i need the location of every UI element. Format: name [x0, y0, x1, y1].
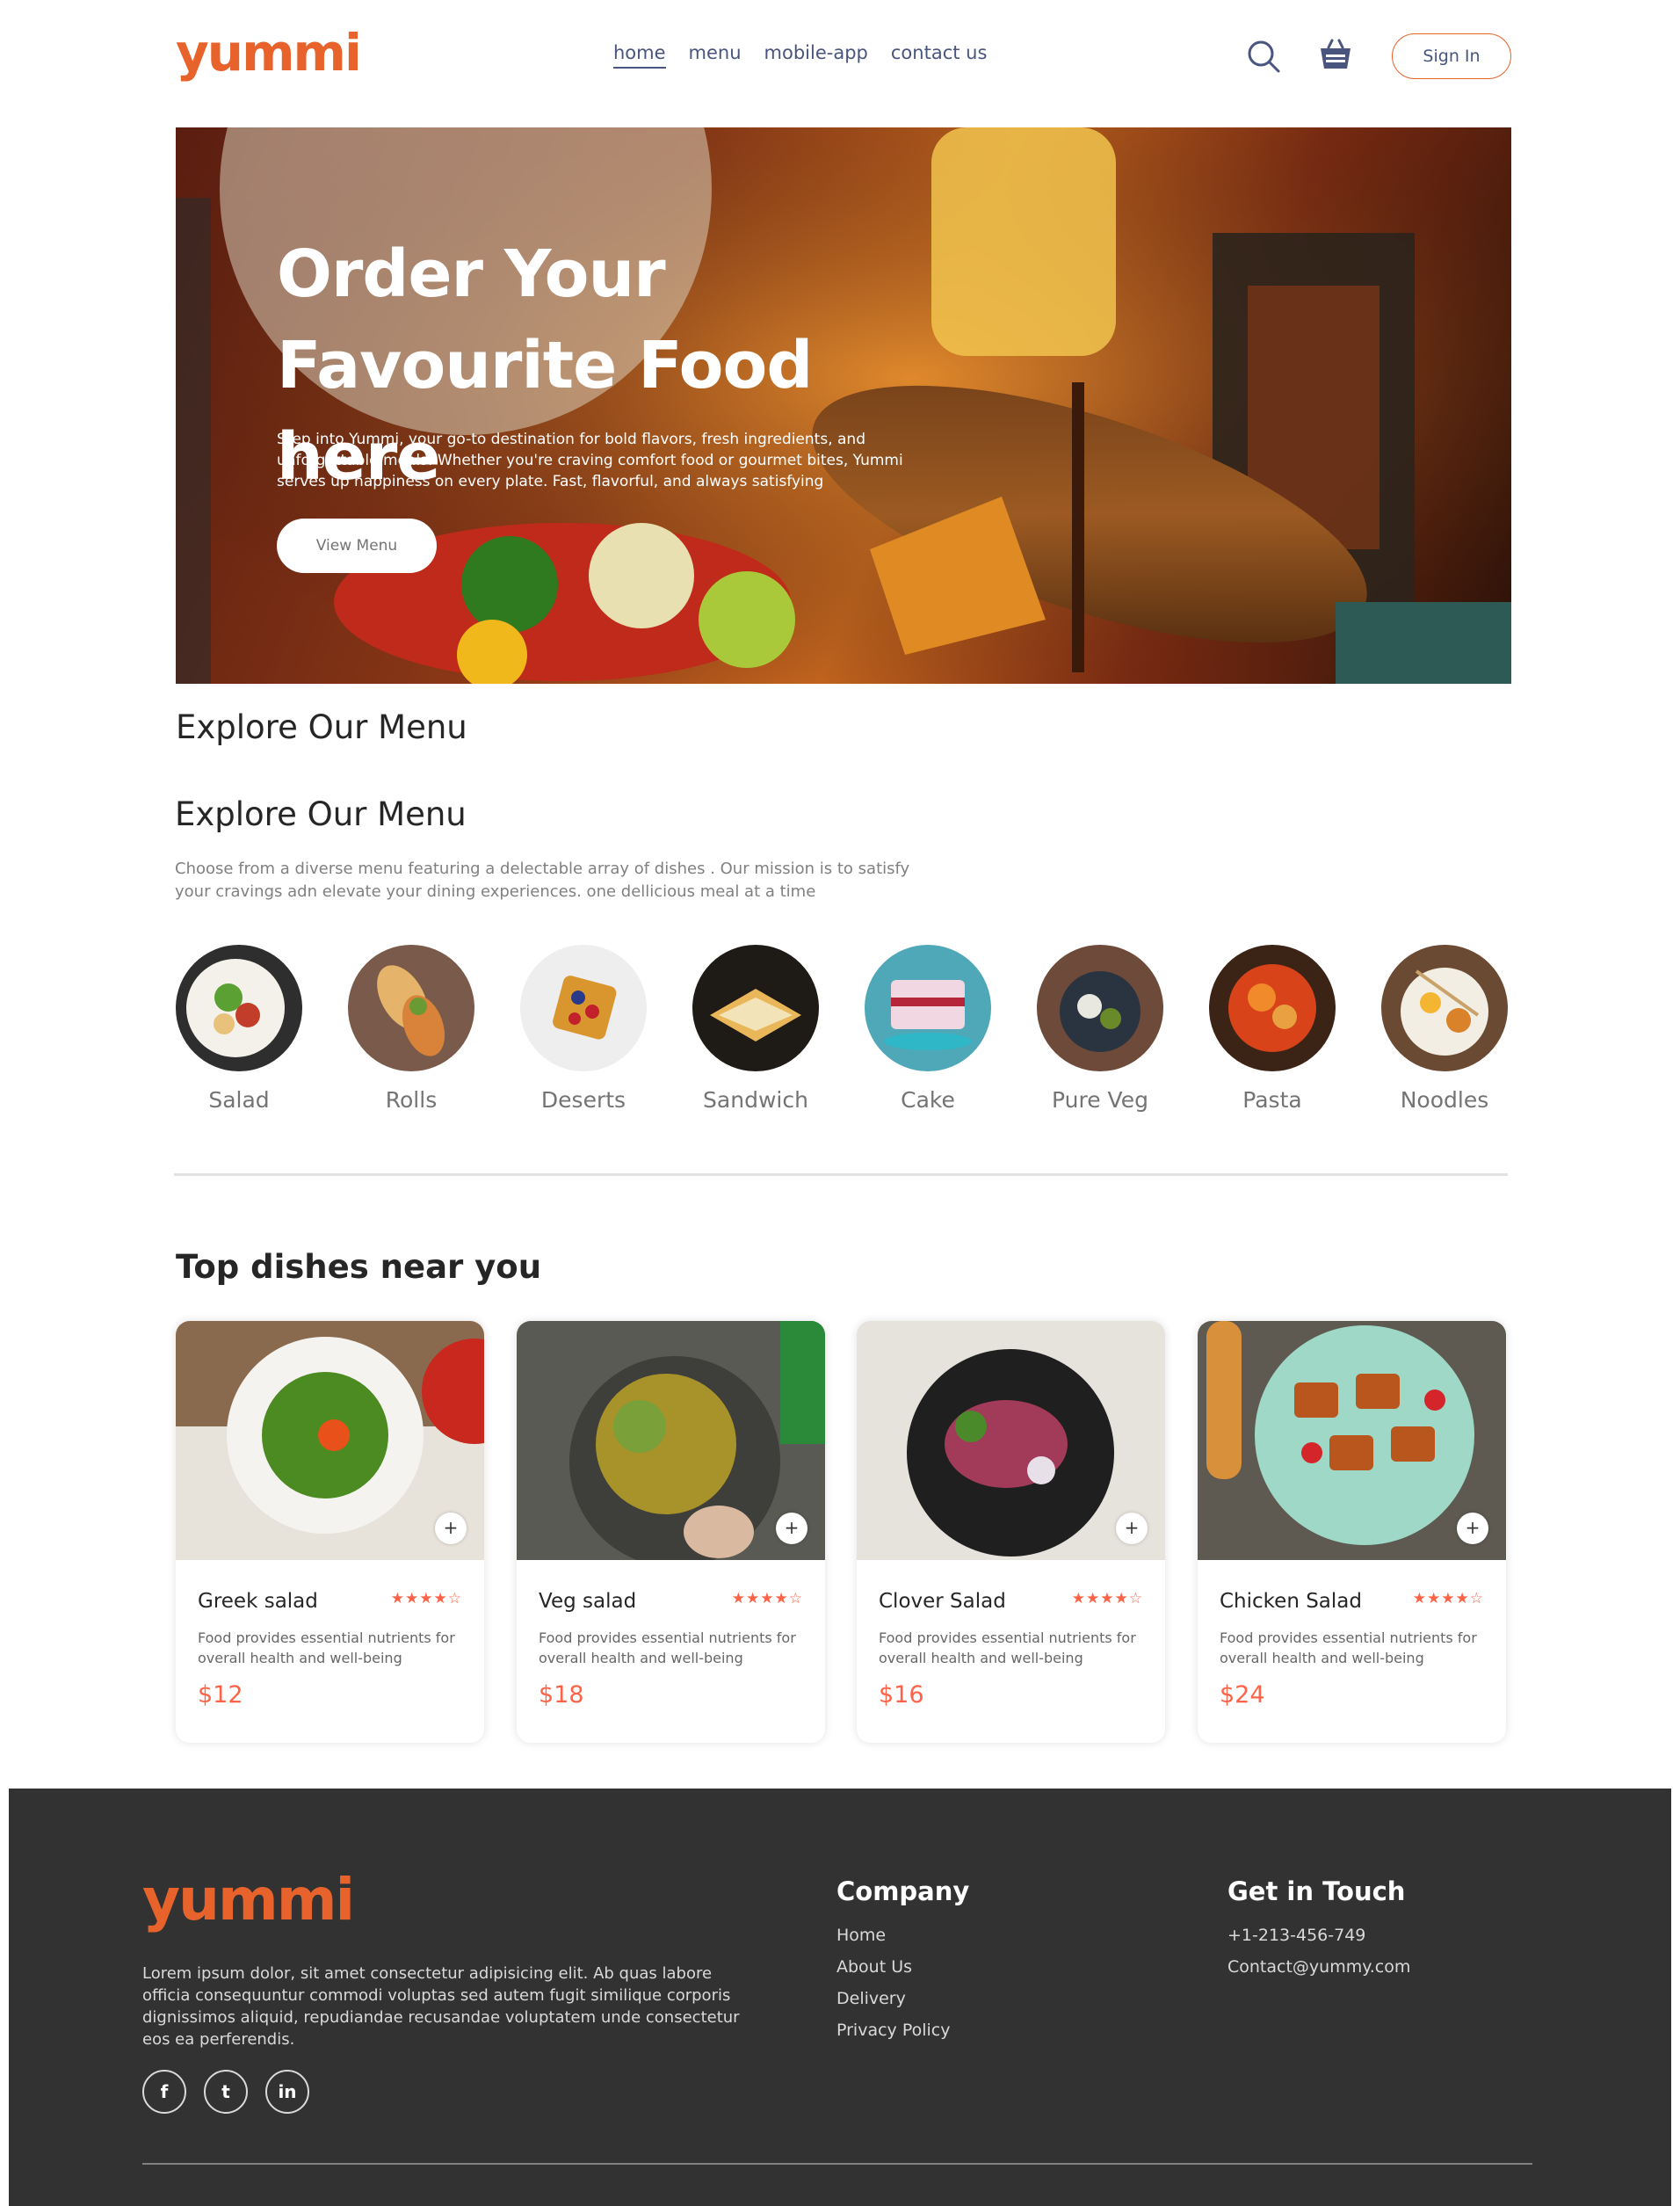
- dish-name: Chicken Salad: [1220, 1590, 1362, 1613]
- add-to-cart-button[interactable]: +: [1116, 1513, 1148, 1544]
- menu-category-list: Salad Rolls Deserts Sandwich Cake Pure V…: [174, 945, 1510, 1121]
- rating-stars-icon: ★★★★☆: [731, 1590, 803, 1607]
- add-to-cart-button[interactable]: +: [435, 1513, 467, 1544]
- hero-description: Step into Yummi, your go-to destination …: [277, 431, 903, 490]
- footer-email[interactable]: Contact@yummy.com: [1227, 1957, 1410, 1977]
- dish-price: $16: [879, 1681, 924, 1709]
- rating-stars-icon: ★★★★☆: [1071, 1590, 1143, 1607]
- footer-contact-title: Get in Touch: [1227, 1876, 1406, 1906]
- noodles-image: [1381, 945, 1508, 1071]
- rating-stars-icon: ★★★★☆: [1412, 1590, 1484, 1607]
- nav-link-contact-us[interactable]: contact us: [891, 42, 988, 69]
- dish-price: $12: [198, 1681, 243, 1709]
- dish-name: Greek salad: [198, 1590, 318, 1613]
- footer-link-home[interactable]: Home: [836, 1926, 969, 1945]
- salad-image: [176, 945, 302, 1071]
- menu-item-label: Noodles: [1400, 1087, 1489, 1113]
- menu-item-label: Cake: [901, 1087, 955, 1113]
- sandwich-image: [692, 945, 819, 1071]
- nav-link-home[interactable]: home: [613, 42, 666, 69]
- linkedin-icon[interactable]: in: [265, 2070, 309, 2114]
- hero-banner: Order Your Favourite Food here Step into…: [176, 127, 1511, 684]
- footer-link-privacy-policy[interactable]: Privacy Policy: [836, 2021, 969, 2040]
- facebook-icon[interactable]: f: [142, 2070, 186, 2114]
- deserts-image: [520, 945, 647, 1071]
- rolls-image: [348, 945, 474, 1071]
- cake-image: [865, 945, 991, 1071]
- add-to-cart-button[interactable]: +: [776, 1513, 807, 1544]
- top-dishes-title: Top dishes near you: [176, 1248, 542, 1286]
- footer-description: Lorem ipsum dolor, sit amet consectetur …: [142, 1964, 740, 2049]
- menu-item-pure-veg[interactable]: Pure Veg: [1035, 945, 1165, 1113]
- footer-phone[interactable]: +1-213-456-749: [1227, 1926, 1410, 1945]
- dish-card[interactable]: + Chicken Salad ★★★★☆ Food provides esse…: [1198, 1321, 1506, 1743]
- dish-name: Veg salad: [539, 1590, 637, 1613]
- dish-description: Food provides essential nutrients for ov…: [539, 1629, 796, 1666]
- add-to-cart-button[interactable]: +: [1457, 1513, 1488, 1544]
- dish-name: Clover Salad: [879, 1590, 1006, 1613]
- view-menu-button[interactable]: View Menu: [277, 519, 437, 573]
- footer-link-delivery[interactable]: Delivery: [836, 1989, 969, 2008]
- dish-description: Food provides essential nutrients for ov…: [1220, 1629, 1477, 1666]
- explore-menu-heading: Explore Our Menu: [176, 708, 467, 746]
- social-links: f t in: [142, 2070, 309, 2114]
- menu-item-salad[interactable]: Salad: [174, 945, 304, 1113]
- nav-links: home menu mobile-app contact us: [613, 42, 987, 69]
- dish-card[interactable]: + Clover Salad ★★★★☆ Food provides essen…: [857, 1321, 1165, 1743]
- menu-item-label: Sandwich: [703, 1087, 808, 1113]
- logo[interactable]: yummi: [176, 26, 362, 79]
- footer-logo[interactable]: yummi: [142, 1869, 355, 1931]
- nav-link-mobile-app[interactable]: mobile-app: [764, 42, 868, 69]
- rating-stars-icon: ★★★★☆: [390, 1590, 462, 1607]
- dish-description: Food provides essential nutrients for ov…: [879, 1629, 1136, 1666]
- footer-contact: Get in Touch +1-213-456-749 Contact@yumm…: [1227, 1876, 1410, 1989]
- menu-item-cake[interactable]: Cake: [863, 945, 993, 1113]
- menu-item-rolls[interactable]: Rolls: [346, 945, 476, 1113]
- footer: yummi Lorem ipsum dolor, sit amet consec…: [9, 1789, 1671, 2206]
- menu-item-pasta[interactable]: Pasta: [1207, 945, 1337, 1113]
- nav-link-menu[interactable]: menu: [689, 42, 742, 69]
- menu-item-sandwich[interactable]: Sandwich: [691, 945, 821, 1113]
- footer-company-title: Company: [836, 1876, 970, 1906]
- sign-in-button[interactable]: Sign In: [1392, 33, 1511, 79]
- menu-item-label: Pure Veg: [1052, 1087, 1148, 1113]
- footer-divider: [142, 2163, 1532, 2165]
- menu-item-noodles[interactable]: Noodles: [1379, 945, 1510, 1113]
- pasta-image: [1209, 945, 1336, 1071]
- dish-card[interactable]: + Veg salad ★★★★☆ Food provides essentia…: [517, 1321, 825, 1743]
- footer-link-about-us[interactable]: About Us: [836, 1957, 969, 1977]
- dish-description: Food provides essential nutrients for ov…: [198, 1629, 455, 1666]
- dish-price: $24: [1220, 1681, 1265, 1709]
- menu-item-label: Salad: [208, 1087, 270, 1113]
- twitter-icon[interactable]: t: [204, 2070, 248, 2114]
- explore-menu-title: Explore Our Menu: [175, 795, 467, 833]
- menu-item-label: Rolls: [385, 1087, 438, 1113]
- pure-veg-image: [1037, 945, 1163, 1071]
- menu-item-deserts[interactable]: Deserts: [518, 945, 648, 1113]
- menu-item-label: Deserts: [540, 1087, 626, 1113]
- footer-company: Company Home About Us Delivery Privacy P…: [836, 1876, 969, 2052]
- search-icon[interactable]: [1246, 39, 1281, 74]
- menu-item-label: Pasta: [1242, 1087, 1302, 1113]
- navbar: yummi home menu mobile-app contact us Si…: [176, 26, 1511, 88]
- section-divider: [174, 1173, 1508, 1176]
- basket-icon[interactable]: [1318, 37, 1353, 72]
- dish-price: $18: [539, 1681, 584, 1709]
- explore-menu-description: Choose from a diverse menu featuring a d…: [175, 860, 910, 901]
- dish-card[interactable]: + Greek salad ★★★★☆ Food provides essent…: [176, 1321, 484, 1743]
